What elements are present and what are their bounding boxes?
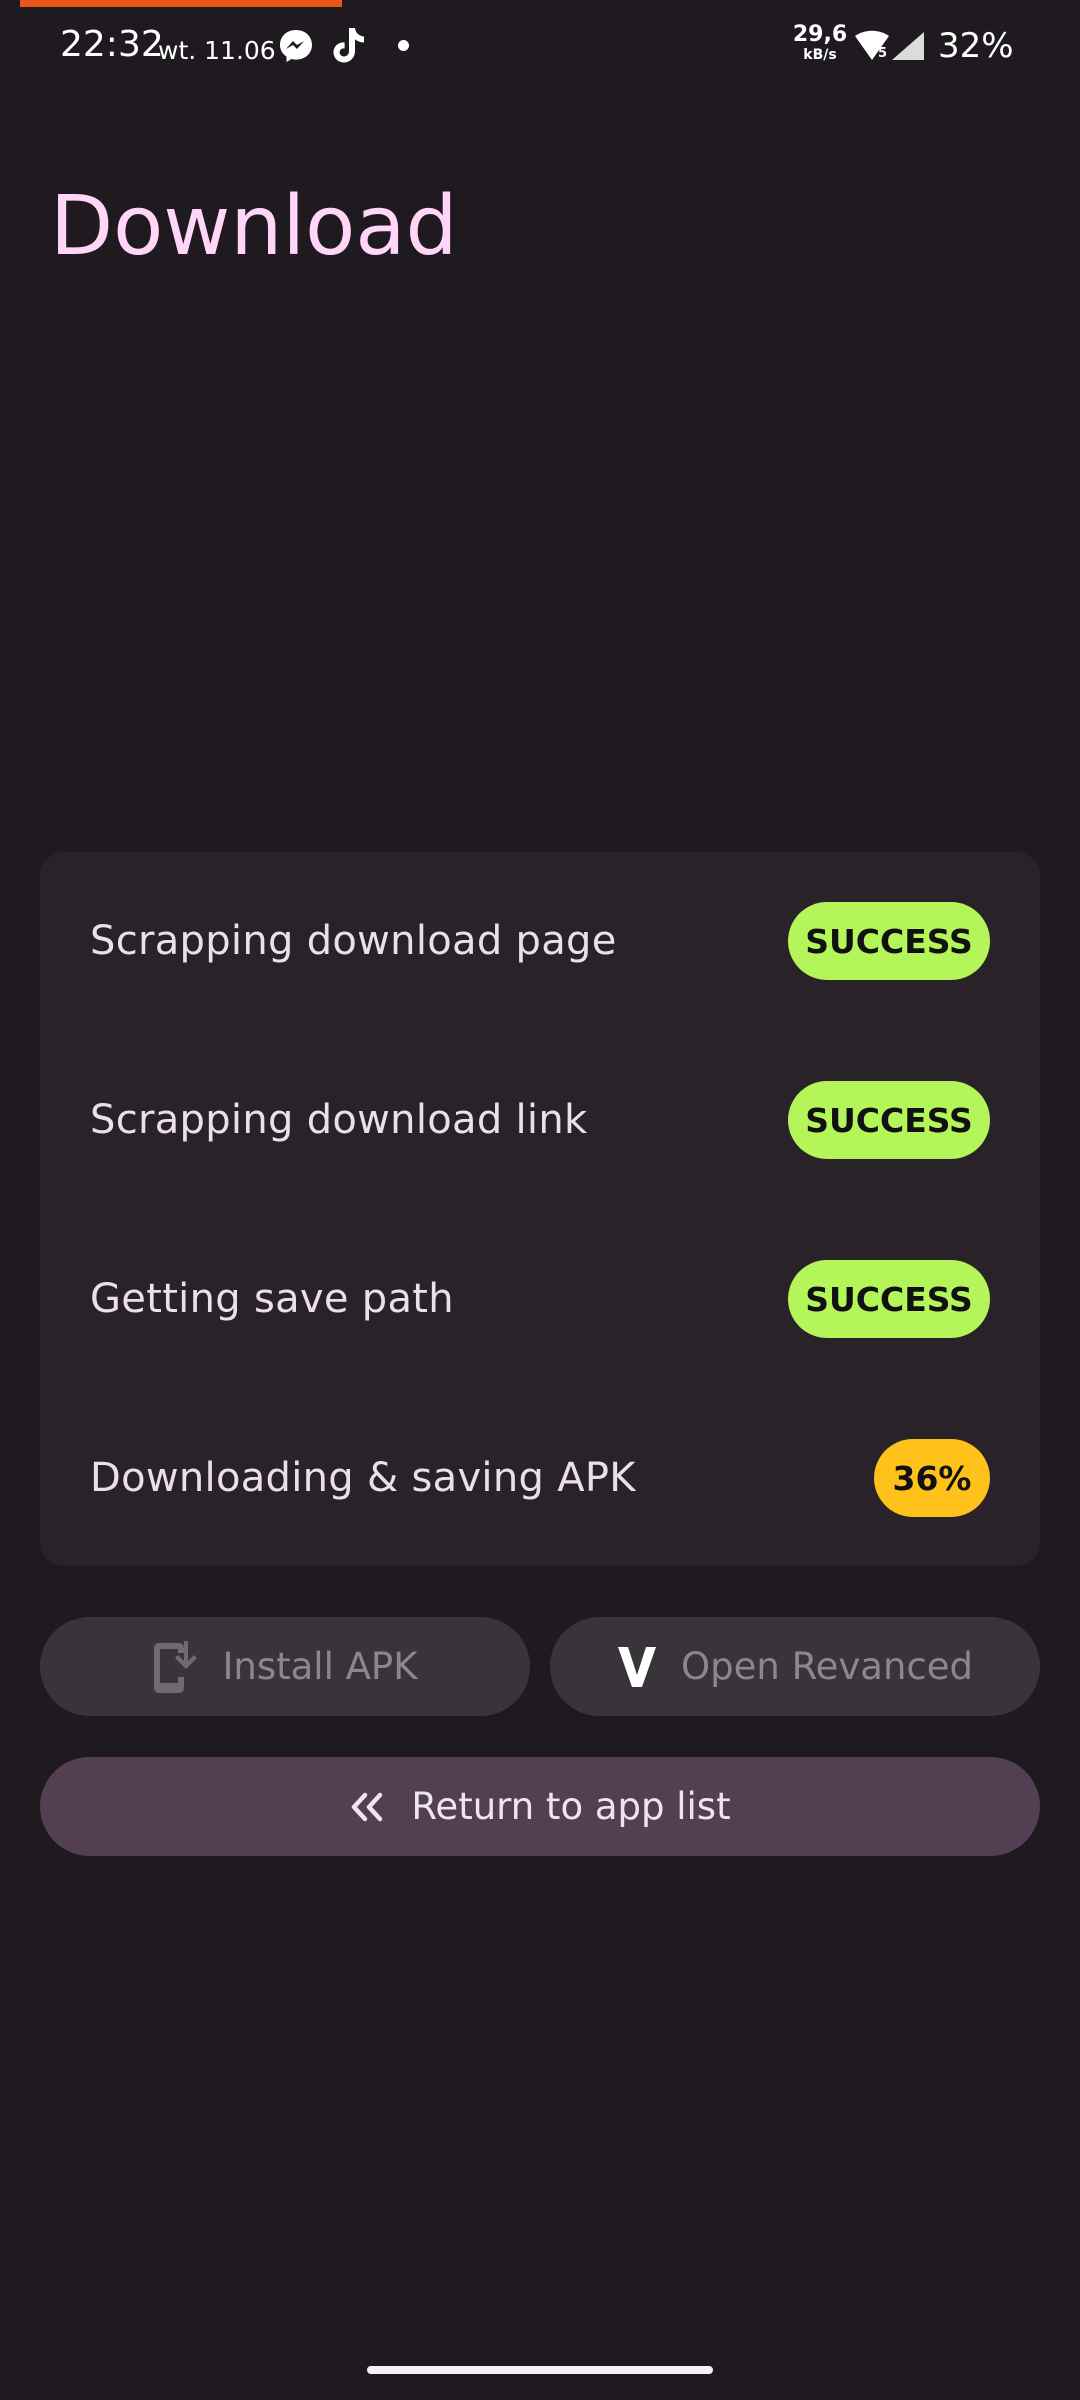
more-notifications-dot <box>398 40 409 51</box>
network-speed-value: 29,6 <box>792 22 848 47</box>
download-steps-card: Scrapping download page SUCCESS Scrappin… <box>40 852 1040 1566</box>
home-indicator[interactable] <box>367 2366 713 2374</box>
install-apk-button[interactable]: Install APK <box>40 1617 530 1716</box>
page-title: Download <box>50 179 458 274</box>
battery-level: 32% <box>938 26 1014 66</box>
step-label: Scrapping download page <box>90 918 617 964</box>
install-apk-label: Install APK <box>222 1645 418 1688</box>
messenger-icon <box>278 28 314 68</box>
status-time: 22:32 <box>60 24 164 65</box>
status-badge: SUCCESS <box>788 1081 990 1159</box>
step-row-scrapping-page: Scrapping download page SUCCESS <box>40 900 1040 980</box>
progress-badge: 36% <box>874 1439 990 1517</box>
step-row-scrapping-link: Scrapping download link SUCCESS <box>40 1079 1040 1159</box>
wifi-badge: 5 <box>878 46 888 61</box>
cellular-signal-icon <box>890 30 926 66</box>
step-label: Downloading & saving APK <box>90 1455 636 1501</box>
tiktok-icon <box>332 26 366 68</box>
status-badge: SUCCESS <box>788 1260 990 1338</box>
double-chevron-left-icon <box>349 1792 387 1822</box>
open-revanced-label: Open Revanced <box>680 1645 973 1688</box>
network-speed-unit: kB/s <box>803 47 837 63</box>
install-phone-icon <box>152 1639 199 1695</box>
status-badge: SUCCESS <box>788 902 990 980</box>
revanced-logo-icon <box>617 1645 657 1689</box>
step-row-save-path: Getting save path SUCCESS <box>40 1258 1040 1338</box>
open-revanced-button[interactable]: Open Revanced <box>550 1617 1040 1716</box>
step-label: Getting save path <box>90 1276 454 1322</box>
return-to-app-list-label: Return to app list <box>411 1785 731 1828</box>
step-label: Scrapping download link <box>90 1097 588 1143</box>
network-speed: 29,6 kB/s <box>792 22 848 63</box>
return-to-app-list-button[interactable]: Return to app list <box>40 1757 1040 1856</box>
step-row-downloading: Downloading & saving APK 36% <box>40 1437 1040 1517</box>
status-date: wt. 11.06 <box>158 36 276 65</box>
status-bar: 22:32 wt. 11.06 29,6 kB/s 5 32% <box>0 0 1080 96</box>
